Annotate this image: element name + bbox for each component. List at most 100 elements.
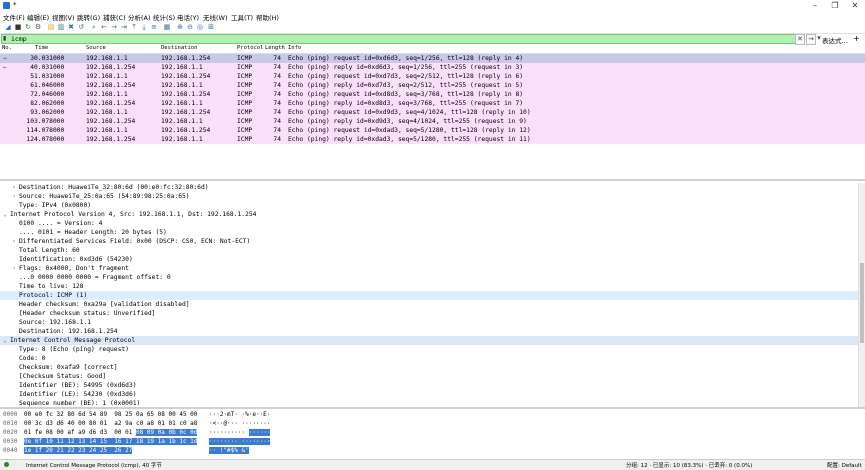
- expand-arrow-icon[interactable]: ›: [11, 237, 17, 246]
- detail-text: Destination: HuaweiTe_32:80:6d (00:e0:fc…: [19, 184, 209, 191]
- add-filter-button[interactable]: +: [853, 34, 860, 43]
- packet-row[interactable]: 8 2.062000 192.168.1.254 192.168.1.1 ICMP 74 E…: [0, 99, 865, 108]
- packet-info: Echo (ping) request id=0xd9d3, seq=4/102…: [288, 109, 531, 116]
- zoom-out-icon[interactable]: ⊖: [186, 23, 194, 31]
- reload-file-icon[interactable]: ↺: [77, 23, 85, 31]
- autoscroll-icon[interactable]: ≡: [150, 23, 158, 31]
- collapse-arrow-icon[interactable]: ⌄: [2, 210, 8, 219]
- capture-status-icon[interactable]: [4, 462, 9, 467]
- hex-row[interactable]: 0020 01 fe 08 00 af a9 d6 d3 00 01 08 09 …: [0, 428, 865, 437]
- detail-tree-item[interactable]: Identifier (BE): 54995 (0xd6d3): [0, 381, 858, 390]
- collapse-arrow-icon[interactable]: ⌄: [2, 336, 8, 345]
- packet-proto: ICMP: [237, 109, 253, 116]
- column-no[interactable]: No.: [2, 45, 12, 51]
- start-capture-icon[interactable]: ◢: [4, 23, 12, 31]
- detail-tree-item[interactable]: [Checksum Status: Good]: [0, 372, 858, 381]
- display-filter-input[interactable]: ▮ icmp: [1, 34, 802, 44]
- close-file-icon[interactable]: ✖: [67, 23, 75, 31]
- hex-ascii-selected: ·· !"#$% &': [209, 447, 249, 454]
- expand-arrow-icon[interactable]: ›: [11, 264, 17, 273]
- detail-tree-item[interactable]: Type: IPv4 (0x0800): [0, 201, 858, 210]
- go-to-packet-icon[interactable]: ⇥: [120, 23, 128, 31]
- hex-row[interactable]: 0040 1e 1f 20 21 22 23 24 25 26 27 ·· !"#$…: [0, 446, 865, 455]
- column-time[interactable]: Time: [35, 45, 48, 51]
- minimize-icon[interactable]: –: [806, 0, 824, 11]
- packet-len: 74: [273, 100, 281, 107]
- column-length[interactable]: Length: [265, 45, 285, 51]
- detail-tree-item[interactable]: Identification: 0xd3d6 (54230): [0, 255, 858, 264]
- pane-splitter[interactable]: [0, 179, 865, 181]
- column-protocol[interactable]: Protocol: [237, 45, 264, 51]
- packet-row[interactable]: 3 → 0.031000 192.168.1.1 192.168.1.254 ICMP 74…: [0, 54, 865, 63]
- detail-tree-item[interactable]: › Differentiated Services Field: 0x00 (DS…: [0, 237, 858, 246]
- detail-tree-item[interactable]: ⌄ Internet Control Message Protocol: [0, 336, 858, 345]
- packet-row[interactable]: 4 ← 0.031000 192.168.1.254 192.168.1.1 ICMP 74…: [0, 63, 865, 72]
- detail-tree-item[interactable]: Destination: 192.168.1.254: [0, 327, 858, 336]
- packet-row[interactable]: 9 3.062000 192.168.1.1 192.168.1.254 ICMP 74 E…: [0, 108, 865, 117]
- packet-row[interactable]: 7 2.046000 192.168.1.1 192.168.1.254 ICMP 74 E…: [0, 90, 865, 99]
- close-icon[interactable]: ✕: [846, 0, 864, 11]
- packet-dst: 192.168.1.254: [161, 109, 211, 116]
- packet-row[interactable]: 10 3.078000 192.168.1.254 192.168.1.1 ICMP 74…: [0, 117, 865, 126]
- detail-tree-item[interactable]: Checksum: 0xafa9 [correct]: [0, 363, 858, 372]
- expression-button[interactable]: 表达式…: [822, 35, 848, 45]
- zoom-reset-icon[interactable]: ◎: [196, 23, 204, 31]
- detail-tree-item[interactable]: › Source: HuaweiTe_25:0a:65 (54:89:98:25:…: [0, 192, 858, 201]
- detail-tree-item[interactable]: ⌄ Internet Protocol Version 4, Src: 192.1…: [0, 210, 858, 219]
- detail-tree-item[interactable]: Protocol: ICMP (1): [0, 291, 858, 300]
- hex-ascii: ·········· ······: [209, 428, 271, 437]
- pane-splitter-2[interactable]: [0, 407, 865, 409]
- open-file-icon[interactable]: ▤: [47, 23, 55, 31]
- packet-proto: ICMP: [237, 136, 253, 143]
- hex-row[interactable]: 0010 00 3c d3 d6 40 00 80 01 a2 9a c0 a8 …: [0, 419, 865, 428]
- detail-text: Identifier (BE): 54995 (0xd6d3): [19, 382, 137, 389]
- packet-row[interactable]: 12 4.078000 192.168.1.254 192.168.1.1 ICMP 74…: [0, 135, 865, 144]
- zoom-in-icon[interactable]: ⊕: [176, 23, 184, 31]
- hex-row[interactable]: 0030 0e 0f 10 11 12 13 14 15 16 17 18 19 …: [0, 437, 865, 446]
- packet-row[interactable]: 5 1.031000 192.168.1.1 192.168.1.254 ICMP 74 E…: [0, 72, 865, 81]
- detail-text: Type: 8 (Echo (ping) request): [19, 346, 129, 353]
- capture-options-icon[interactable]: ⚙: [34, 23, 42, 31]
- packet-row[interactable]: 11 4.078000 192.168.1.1 192.168.1.254 ICMP 74…: [0, 126, 865, 135]
- detail-tree-item[interactable]: › Flags: 0x4000, Don't fragment: [0, 264, 858, 273]
- resize-columns-icon[interactable]: ⊞: [207, 23, 215, 31]
- detail-tree-item[interactable]: Header checksum: 0xa29a [validation disa…: [0, 300, 858, 309]
- detail-tree-item[interactable]: 0100 .... = Version: 4: [0, 219, 858, 228]
- title-bar: * – ❐ ✕: [0, 0, 865, 11]
- packet-row[interactable]: 6 1.046000 192.168.1.254 192.168.1.1 ICMP 74 E…: [0, 81, 865, 90]
- detail-tree-item[interactable]: Source: 192.168.1.1: [0, 318, 858, 327]
- go-back-icon[interactable]: ←: [100, 23, 108, 31]
- column-info[interactable]: Info: [288, 45, 301, 51]
- scrollbar-thumb[interactable]: [860, 263, 864, 343]
- detail-tree-item[interactable]: Time to live: 128: [0, 282, 858, 291]
- status-field-info: Internet Control Message Protocol (icmp)…: [26, 463, 162, 469]
- maximize-icon[interactable]: ❐: [826, 0, 844, 11]
- detail-tree-item[interactable]: Identifier (LE): 54230 (0xd3d6): [0, 390, 858, 399]
- detail-tree-item[interactable]: Total Length: 60: [0, 246, 858, 255]
- detail-tree-item[interactable]: [Header checksum status: Unverified]: [0, 309, 858, 318]
- hex-row[interactable]: 0000 00 e0 fc 32 80 6d 54 89 98 25 0a 65 …: [0, 410, 865, 419]
- stop-capture-icon[interactable]: ■: [14, 23, 22, 31]
- detail-tree-item[interactable]: ...0 0000 0000 0000 = Fragment offset: 0: [0, 273, 858, 282]
- detail-tree-item[interactable]: Sequence number (BE): 1 (0x0001): [0, 399, 858, 407]
- detail-tree-item[interactable]: .... 0101 = Header Length: 20 bytes (5): [0, 228, 858, 237]
- restart-capture-icon[interactable]: ↻: [24, 23, 32, 31]
- status-profile[interactable]: 配置: Default: [827, 461, 862, 469]
- column-destination[interactable]: Destination: [161, 45, 197, 51]
- colorize-icon[interactable]: ▦: [163, 23, 171, 31]
- column-source[interactable]: Source: [86, 45, 106, 51]
- detail-tree-item[interactable]: › Destination: HuaweiTe_32:80:6d (00:e0:f…: [0, 183, 858, 192]
- detail-tree-item[interactable]: Type: 8 (Echo (ping) request): [0, 345, 858, 354]
- last-packet-icon[interactable]: ⤓: [140, 23, 148, 31]
- expand-arrow-icon[interactable]: ›: [11, 183, 17, 192]
- detail-tree-item[interactable]: Code: 0: [0, 354, 858, 363]
- find-packet-icon[interactable]: ⌕: [90, 23, 98, 31]
- clear-filter-icon[interactable]: ✕: [795, 34, 805, 45]
- hex-bytes-plain: 00 3c d3 d6 40 00 80 01 a2 9a c0 a8 01 0…: [24, 420, 198, 427]
- save-file-icon[interactable]: ▥: [57, 23, 65, 31]
- expand-arrow-icon[interactable]: ›: [11, 192, 17, 201]
- details-scrollbar[interactable]: [858, 183, 865, 407]
- first-packet-icon[interactable]: ⤒: [130, 23, 138, 31]
- go-forward-icon[interactable]: →: [110, 23, 118, 31]
- bookmark-icon[interactable]: ▮: [3, 35, 6, 43]
